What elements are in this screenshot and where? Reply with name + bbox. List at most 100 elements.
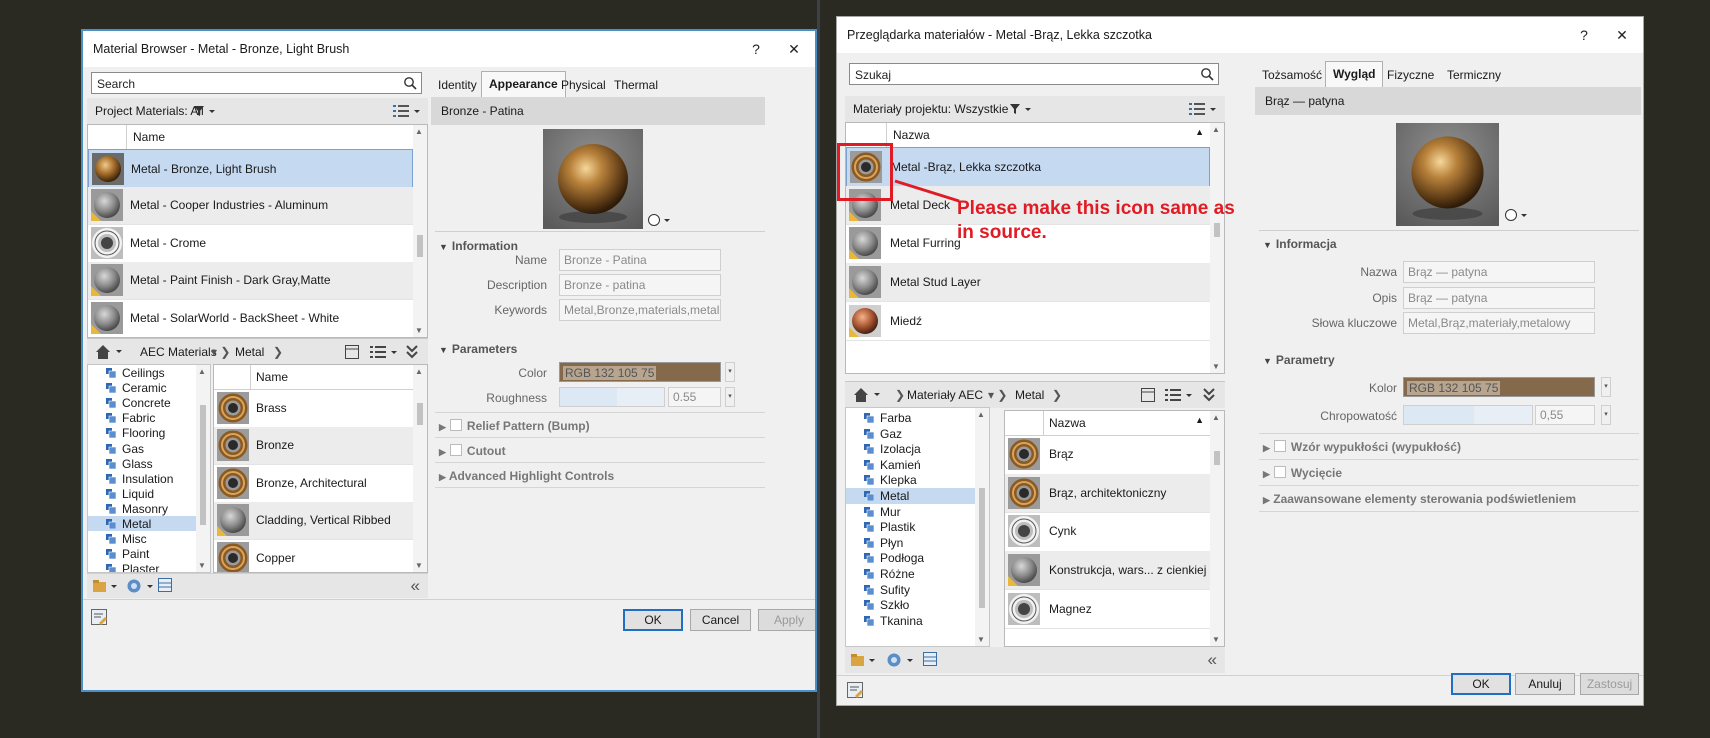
information-section-header[interactable]: ▼ Informacja	[1263, 237, 1337, 251]
tree-item-sufity[interactable]: Sufity	[846, 582, 975, 598]
add-material-icon[interactable]	[887, 652, 915, 668]
tree-item-insulation[interactable]: Insulation	[88, 471, 196, 486]
library-list-view-icon[interactable]	[370, 345, 400, 359]
name-column-header[interactable]: Name	[133, 130, 165, 144]
library-name-column-header[interactable]: Nazwa	[1049, 416, 1086, 430]
tree-item-metal[interactable]: Metal	[846, 488, 975, 504]
roughness-slider[interactable]	[1403, 405, 1533, 425]
bump-pattern-section[interactable]: ▶ Wzór wypukłości (wypukłość)	[1263, 440, 1461, 454]
tree-item-gas[interactable]: Gas	[88, 441, 196, 456]
tree-item-misc[interactable]: Misc	[88, 531, 196, 546]
tree-item-tkanina[interactable]: Tkanina	[846, 613, 975, 629]
library-material-row[interactable]: Cynk	[1005, 512, 1210, 552]
tree-item-podłoga[interactable]: Podłoga	[846, 550, 975, 566]
library-material-row[interactable]: Magnez	[1005, 589, 1210, 629]
tree-item-plastik[interactable]: Plastik	[846, 519, 975, 535]
tab-identity[interactable]: Identity	[431, 73, 484, 97]
tab-thermal[interactable]: Termiczny	[1440, 63, 1508, 87]
project-material-row[interactable]: Miedź	[846, 301, 1210, 341]
library-material-row[interactable]: Brąz	[1005, 435, 1210, 475]
editor-settings-icon[interactable]	[91, 609, 109, 627]
library-name-column-header[interactable]: Name	[256, 370, 288, 384]
tree-item-paint[interactable]: Paint	[88, 546, 196, 561]
cutout-section[interactable]: ▶ Cutout	[439, 444, 506, 458]
breadcrumb-metal[interactable]: Metal	[1015, 388, 1044, 402]
folder-menu-icon[interactable]	[93, 579, 121, 593]
field-value-input[interactable]: Brąz — patyna	[1403, 286, 1595, 309]
tab-appearance[interactable]: Appearance	[481, 71, 566, 98]
field-value-input[interactable]: Metal,Brąz,materiały,metalowy	[1403, 312, 1595, 334]
tree-item-fabric[interactable]: Fabric	[88, 410, 196, 425]
project-material-row[interactable]: Metal - Bronze, Light Brush	[88, 149, 413, 189]
library-list-scrollbar[interactable]: ▲ ▼	[413, 365, 427, 572]
tree-item-kamień[interactable]: Kamień	[846, 457, 975, 473]
search-input[interactable]: Search	[91, 72, 422, 94]
tree-item-gaz[interactable]: Gaz	[846, 426, 975, 442]
project-materials-filter[interactable]: Materiały projektu: Wszystkie	[853, 102, 1008, 116]
panel-view-icon[interactable]	[345, 345, 359, 359]
tree-scrollbar[interactable]: ▲ ▼	[196, 365, 210, 572]
editor-toggle-icon[interactable]	[158, 578, 172, 592]
editor-toggle-icon[interactable]	[923, 652, 937, 666]
ok-button[interactable]: OK	[1451, 673, 1511, 695]
field-value-input[interactable]: Bronze - patina	[559, 274, 721, 296]
folder-menu-icon[interactable]	[851, 653, 879, 667]
search-icon[interactable]	[1200, 67, 1214, 81]
library-material-row[interactable]: Konstrukcja, wars... z cienkiej stali	[1005, 550, 1224, 591]
cutout-checkbox[interactable]	[1273, 466, 1286, 478]
help-button[interactable]: ?	[1571, 24, 1597, 46]
breadcrumb-aec-materials[interactable]: AEC Materials	[140, 345, 217, 359]
preview-options-icon[interactable]	[1505, 208, 1531, 222]
close-button[interactable]: ✕	[781, 38, 807, 60]
project-material-row[interactable]: Metal Stud Layer	[846, 262, 1210, 303]
library-list-view-icon[interactable]	[1165, 388, 1195, 402]
filter-icon[interactable]	[194, 105, 216, 117]
collapse-left-icon[interactable]: «	[411, 576, 420, 596]
color-swatch-field[interactable]: RGB 132 105 75	[1403, 377, 1595, 397]
library-material-row[interactable]: Brąz, architektoniczny	[1005, 473, 1210, 514]
home-icon[interactable]	[853, 387, 885, 403]
tab-physical[interactable]: Physical	[554, 73, 613, 97]
tree-item-farba[interactable]: Farba	[846, 410, 975, 426]
project-material-row[interactable]: Metal - Paint Finish - Dark Gray,Matte	[88, 261, 413, 300]
tree-item-metal[interactable]: Metal	[88, 516, 196, 532]
apply-button[interactable]: Zastosuj	[1580, 673, 1639, 695]
parameters-section-header[interactable]: ▼ Parameters	[439, 342, 517, 356]
relief-pattern-section[interactable]: ▶ Relief Pattern (Bump)	[439, 419, 590, 433]
roughness-slider[interactable]	[559, 387, 665, 407]
library-list-scrollbar[interactable]: ▲ ▼	[1210, 411, 1224, 646]
tree-item-płyn[interactable]: Płyn	[846, 535, 975, 551]
tree-item-flooring[interactable]: Flooring	[88, 425, 196, 440]
editor-settings-icon[interactable]	[847, 682, 865, 700]
project-material-row[interactable]: Metal - Crome	[88, 224, 413, 263]
collapse-left-icon[interactable]: «	[1208, 650, 1217, 670]
cutout-section[interactable]: ▶ Wycięcie	[1263, 466, 1342, 480]
tree-item-concrete[interactable]: Concrete	[88, 395, 196, 410]
add-material-icon[interactable]	[127, 578, 155, 594]
tab-identity[interactable]: Tożsamość	[1255, 63, 1329, 87]
breadcrumb-aec-materials[interactable]: Materiały AEC	[907, 388, 983, 402]
tree-item-glass[interactable]: Glass	[88, 456, 196, 471]
tab-thermal[interactable]: Thermal	[607, 73, 665, 97]
tree-item-ceramic[interactable]: Ceramic	[88, 380, 196, 395]
cutout-checkbox[interactable]	[449, 444, 462, 456]
library-material-row[interactable]: Bronze, Architectural	[214, 464, 413, 503]
tree-item-plaster[interactable]: Plaster	[88, 561, 196, 572]
help-button[interactable]: ?	[743, 38, 769, 60]
tree-item-klepka[interactable]: Klepka	[846, 472, 975, 488]
filter-icon[interactable]	[1010, 103, 1032, 115]
library-material-row[interactable]: Bronze	[214, 426, 413, 465]
bump-pattern-checkbox[interactable]	[1273, 440, 1286, 452]
preview-options-icon[interactable]	[648, 213, 674, 227]
roughness-spinner[interactable]: ▾	[1601, 405, 1611, 425]
tree-item-masonry[interactable]: Masonry	[88, 501, 196, 516]
tree-item-ceilings[interactable]: Ceilings	[88, 365, 196, 380]
project-material-row[interactable]: Metal - Cooper Industries - Aluminum	[88, 186, 413, 225]
sort-ascending-icon[interactable]: ▲	[1195, 415, 1204, 425]
advanced-highlight-section[interactable]: ▶ Zaawansowane elementy sterowania podśw…	[1263, 492, 1576, 506]
roughness-spinner[interactable]: ▾	[725, 387, 735, 407]
tree-scrollbar[interactable]: ▲ ▼	[975, 408, 989, 646]
tree-item-szkło[interactable]: Szkło	[846, 597, 975, 613]
tree-item-izolacja[interactable]: Izolacja	[846, 441, 975, 457]
list-view-icon[interactable]	[1189, 102, 1219, 116]
